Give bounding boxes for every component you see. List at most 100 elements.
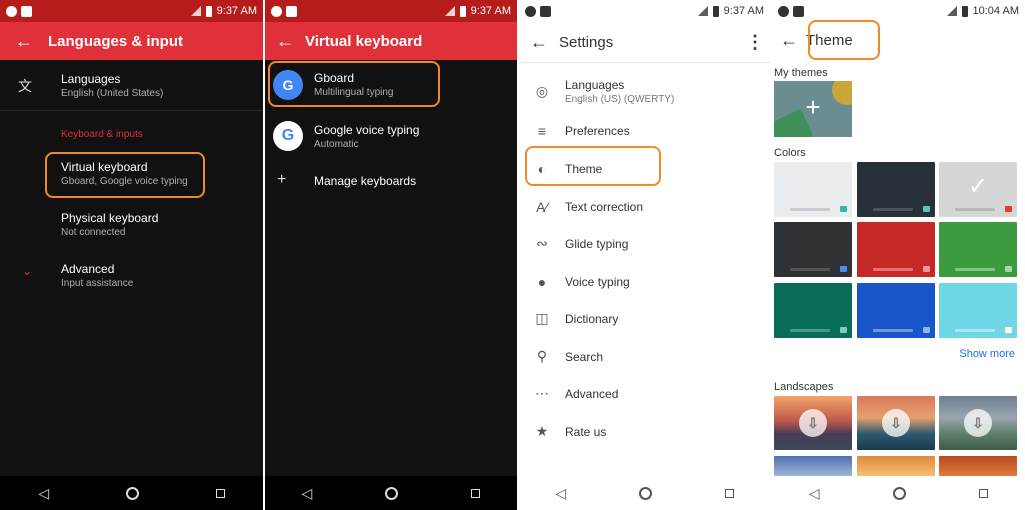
app-icon — [271, 5, 282, 17]
back-arrow-icon[interactable]: ← — [772, 30, 806, 51]
back-nav-icon[interactable]: ◁ — [38, 485, 49, 502]
virtual-keyboard-screen: 9:37 AM ← Virtual keyboard G Gboard Mult… — [265, 0, 517, 510]
theme-swatch[interactable] — [857, 222, 935, 277]
plus-icon: + — [277, 171, 287, 188]
recents-nav-icon[interactable] — [979, 488, 989, 498]
menu-item-glide-typing[interactable]: ∾ Glide typing — [519, 225, 770, 262]
recents-nav-icon[interactable] — [471, 488, 481, 498]
menu-label: Text correction — [565, 199, 644, 214]
app-icon — [525, 5, 536, 17]
menu-item-dictionary[interactable]: ◫ Dictionary — [519, 300, 770, 337]
image-icon — [286, 5, 297, 17]
landscape-theme[interactable] — [774, 456, 852, 476]
plus-icon: + — [805, 92, 821, 122]
page-title: Languages & input — [48, 32, 183, 50]
image-icon — [793, 5, 804, 17]
translate-icon: 文 — [18, 78, 32, 94]
status-time: 9:37 AM — [216, 5, 257, 17]
languages-item[interactable]: ◎ Languages English (US) (QWERTY) — [519, 70, 770, 112]
menu-item-voice-typing[interactable]: ● Voice typing — [519, 263, 770, 300]
theme-swatch[interactable] — [939, 283, 1017, 338]
divider — [519, 62, 770, 63]
signal-icon — [946, 6, 957, 16]
my-themes-label: My themes — [774, 67, 828, 79]
battery-icon — [712, 5, 719, 17]
languages-item[interactable]: 文 Languages English (United States) — [0, 70, 263, 110]
theme-swatch[interactable] — [857, 162, 935, 217]
download-icon: ⇩ — [882, 409, 910, 437]
theme-swatch[interactable] — [774, 222, 852, 277]
page-title: Virtual keyboard — [305, 32, 423, 50]
menu-item-search[interactable]: ⚲ Search — [519, 338, 770, 375]
microphone-icon: ● — [537, 273, 547, 290]
landscape-theme[interactable]: ⇩ — [857, 396, 935, 450]
menu-label: Search — [565, 349, 604, 364]
spellcheck-icon: A⁄ — [536, 198, 548, 215]
menu-label: Dictionary — [565, 311, 619, 326]
status-bar: 9:37 AM — [519, 0, 770, 22]
add-custom-theme-button[interactable]: + — [774, 81, 852, 137]
image-icon — [21, 5, 32, 17]
advanced-title: Advanced — [61, 262, 115, 276]
advanced-item[interactable]: ⌄ Advanced Input assistance — [0, 260, 263, 300]
highlight-box — [808, 20, 880, 60]
show-more-link[interactable]: Show more — [959, 348, 1015, 360]
menu-item-rate-us[interactable]: ★ Rate us — [519, 413, 770, 450]
nav-bar: ◁ — [519, 476, 770, 510]
status-bar: 10:04 AM — [772, 0, 1025, 22]
home-nav-icon[interactable] — [125, 486, 139, 500]
status-time: 9:37 AM — [470, 5, 511, 17]
landscapes-label: Landscapes — [774, 381, 834, 393]
status-time: 9:37 AM — [723, 5, 764, 17]
languages-title: Languages — [565, 77, 625, 92]
chevron-down-icon: ⌄ — [22, 264, 33, 278]
download-icon: ⇩ — [964, 409, 992, 437]
landscape-theme[interactable] — [939, 456, 1017, 476]
status-time: 10:04 AM — [972, 5, 1019, 17]
theme-screen: 10:04 AM ← Theme My themes + Colors ✓ Sh… — [772, 0, 1025, 510]
recents-nav-icon[interactable] — [724, 488, 734, 498]
more-horiz-icon: ⋯ — [535, 385, 549, 401]
physical-keyboard-item[interactable]: Physical keyboard Not connected — [0, 209, 263, 249]
back-nav-icon[interactable]: ◁ — [302, 485, 313, 502]
page-title: Settings — [559, 33, 614, 51]
theme-swatch[interactable] — [774, 283, 852, 338]
menu-item-advanced[interactable]: ⋯ Advanced — [519, 375, 770, 412]
signal-icon — [444, 6, 455, 16]
back-arrow-icon[interactable]: ← — [265, 31, 305, 52]
landscape-theme[interactable] — [857, 456, 935, 476]
google-voice-typing-item[interactable]: G Google voice typing Automatic — [265, 120, 517, 160]
globe-icon: ◎ — [535, 82, 549, 99]
download-icon: ⇩ — [799, 409, 827, 437]
theme-swatch[interactable] — [857, 283, 935, 338]
voice-typing-subtitle: Automatic — [314, 139, 359, 150]
back-nav-icon[interactable]: ◁ — [555, 485, 566, 502]
battery-icon — [459, 5, 466, 17]
star-icon: ★ — [535, 423, 549, 439]
recents-nav-icon[interactable] — [215, 488, 225, 498]
more-vert-icon[interactable]: ⋮ — [740, 32, 770, 53]
gesture-icon: ∾ — [536, 235, 548, 251]
menu-item-text-correction[interactable]: A⁄ Text correction — [519, 188, 770, 225]
theme-swatch-selected[interactable]: ✓ — [939, 162, 1017, 217]
home-nav-icon[interactable] — [385, 486, 399, 500]
physical-keyboard-subtitle: Not connected — [61, 227, 126, 238]
battery-icon — [205, 5, 212, 17]
languages-subtitle: English (US) (QWERTY) — [565, 93, 675, 105]
manage-keyboards-item[interactable]: + Manage keyboards — [265, 170, 517, 194]
back-arrow-icon[interactable]: ← — [519, 32, 559, 53]
highlight-box — [268, 61, 440, 107]
landscape-theme[interactable]: ⇩ — [939, 396, 1017, 450]
app-icon — [6, 5, 17, 17]
signal-icon — [190, 6, 201, 16]
menu-label: Voice typing — [565, 274, 630, 289]
back-arrow-icon[interactable]: ← — [0, 31, 48, 52]
theme-swatch[interactable] — [939, 222, 1017, 277]
back-nav-icon[interactable]: ◁ — [809, 485, 820, 502]
menu-item-preferences[interactable]: ≡ Preferences — [519, 112, 770, 149]
home-nav-icon[interactable] — [892, 486, 906, 500]
theme-swatch[interactable] — [774, 162, 852, 217]
advanced-subtitle: Input assistance — [61, 278, 134, 289]
home-nav-icon[interactable] — [638, 486, 652, 500]
landscape-theme[interactable]: ⇩ — [774, 396, 852, 450]
